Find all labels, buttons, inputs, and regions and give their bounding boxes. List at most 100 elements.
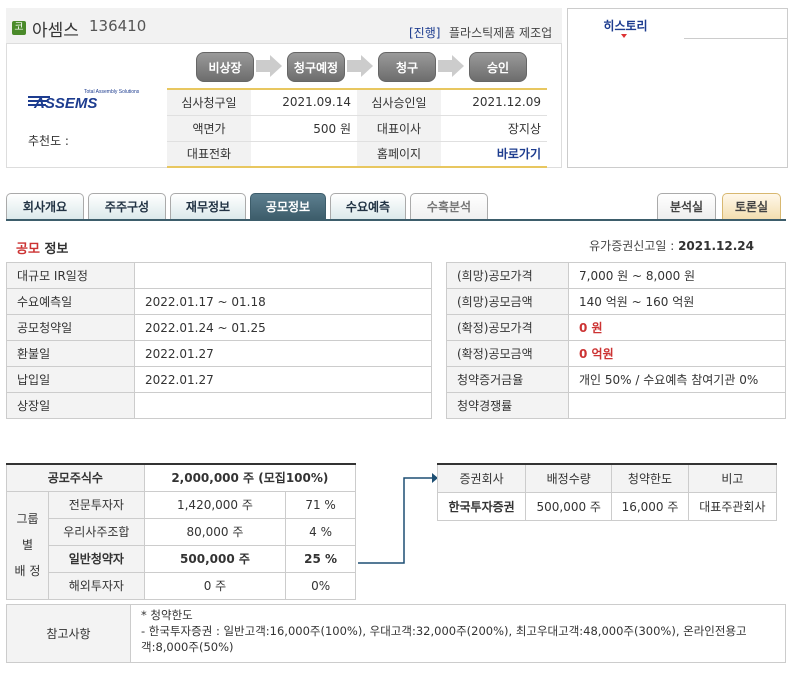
sector-label: 플라스틱제품 제조업 — [449, 26, 553, 40]
table-row: 해외투자자 0 주 0% — [7, 571, 356, 600]
row-label: 우리사주조합 — [48, 517, 145, 546]
schedule-table: 대규모 IR일정 수요예측일 2022.01.17 ~ 01.18 공모청약일 20… — [6, 262, 432, 419]
column-header: 배정수량 — [525, 463, 613, 493]
review-approval-label: 심사승인일 — [357, 88, 441, 116]
homepage-label: 홈페이지 — [357, 141, 441, 168]
row-shares: 80,000 주 — [143, 517, 287, 546]
table-row: 환불일 2022.01.27 — [6, 340, 432, 367]
row-label: 공모청약일 — [6, 314, 135, 341]
note-content: * 청약한도 - 한국투자증권 : 일반고객:16,000주(100%), 우대… — [130, 604, 786, 663]
underwriter-name: 한국투자증권 — [436, 491, 527, 521]
table-row: 청약증거금율 개인 50% / 수요예측 참여기관 0% — [446, 366, 786, 393]
row-value: 7,000 원 ~ 8,000 원 — [568, 262, 786, 289]
tab-company-overview[interactable]: 회사개요 — [6, 193, 84, 219]
table-row: 참고사항 * 청약한도 - 한국투자증권 : 일반고객:16,000주(100%… — [6, 604, 786, 663]
table-row: (희망)공모가격 7,000 원 ~ 8,000 원 — [446, 262, 786, 289]
table-row: 공모주식수 2,000,000 주 (모집100%) — [6, 463, 357, 492]
row-label: 상장일 — [6, 392, 135, 419]
step-unlisted: 비상장 — [196, 52, 254, 82]
row-label: 납입일 — [6, 366, 135, 393]
note-label: 참고사항 — [6, 604, 131, 663]
section-title-highlight: 공모 — [16, 242, 40, 257]
review-request-label: 심사청구일 — [167, 88, 251, 116]
row-value: 개인 50% / 수요예측 참여기관 0% — [568, 366, 786, 393]
tab-shareholders[interactable]: 주주구성 — [88, 193, 166, 219]
status-label: [진행] — [409, 26, 441, 40]
company-info-table: 심사청구일 2021.09.14 심사승인일 2021.12.09 액면가 50… — [167, 88, 547, 168]
table-row: (희망)공모금액 140 억원 ~ 160 억원 — [446, 288, 786, 315]
table-row: (확정)공모가격 0 원 — [446, 314, 786, 341]
company-logo: Total Assembly Solutions ASSEMS — [28, 89, 140, 112]
table-row: 납입일 2022.01.27 — [6, 366, 432, 393]
column-header: 비고 — [687, 463, 778, 493]
column-header: 청약한도 — [611, 463, 689, 493]
row-label: 청약증거금율 — [446, 366, 569, 393]
row-pct: 71 % — [285, 490, 356, 519]
table-row: 증권회사 배정수량 청약한도 비고 — [436, 463, 778, 493]
pricing-table: (희망)공모가격 7,000 원 ~ 8,000 원 (희망)공모금액 140 억원… — [446, 262, 786, 419]
step-requested: 청구 — [378, 52, 436, 82]
row-value: 0 원 — [568, 314, 786, 341]
tab-discussion-room[interactable]: 토론실 — [722, 193, 781, 219]
row-label: 전문투자자 — [48, 490, 145, 519]
group-label-line2: 배 정 — [14, 564, 41, 578]
history-divider — [684, 38, 787, 39]
connector-arrow-icon — [358, 473, 438, 564]
row-pct: 4 % — [285, 517, 356, 546]
step-arrow-icon — [452, 55, 464, 77]
row-shares: 0 주 — [143, 571, 287, 600]
table-row: 그룹별배 정 전문투자자 1,420,000 주 71 % — [6, 490, 356, 600]
par-value: 500 원 — [251, 115, 357, 142]
step-arrow-icon — [438, 60, 452, 72]
tab-ipo-info[interactable]: 공모정보 — [250, 193, 326, 219]
share-allocation-table: 공모주식수 2,000,000 주 (모집100%) 그룹별배 정 전문투자자 … — [6, 463, 357, 600]
row-label: (희망)공모가격 — [446, 262, 569, 289]
total-shares-value: 2,000,000 주 (모집100%) — [143, 463, 357, 492]
step-planned: 청구예정 — [287, 52, 345, 82]
table-row: 상장일 — [6, 392, 432, 419]
row-label: (확정)공모가격 — [446, 314, 569, 341]
step-arrow-icon — [256, 60, 270, 72]
group-label-line1: 그룹별 — [16, 512, 39, 552]
dropdown-arrow-icon — [621, 34, 627, 38]
total-shares-label: 공모주식수 — [6, 463, 145, 492]
underwriter-limit: 16,000 주 — [611, 491, 689, 521]
tab-financials[interactable]: 재무정보 — [170, 193, 246, 219]
tab-return-analysis[interactable]: 수혹분석 — [410, 193, 488, 219]
kosdaq-badge: 코 — [12, 21, 26, 35]
recommend-label: 추천도 : — [28, 134, 69, 148]
ceo-value: 장지상 — [441, 115, 547, 142]
table-row: 공모청약일 2022.01.24 ~ 01.25 — [6, 314, 432, 341]
step-approved: 승인 — [469, 52, 527, 82]
table-row: (확정)공모금액 0 억원 — [446, 340, 786, 367]
row-shares: 1,420,000 주 — [143, 490, 287, 519]
row-label: (희망)공모금액 — [446, 288, 569, 315]
row-label: 대규모 IR일정 — [6, 262, 135, 289]
review-approval-date: 2021.12.09 — [441, 88, 547, 116]
table-row: 수요예측일 2022.01.17 ~ 01.18 — [6, 288, 432, 315]
tab-analysis-room[interactable]: 분석실 — [657, 193, 716, 219]
tab-demand-forecast[interactable]: 수요예측 — [330, 193, 406, 219]
filing-date: 유가증권신고일 : 2021.12.24 — [589, 237, 754, 254]
company-name: 아셈스 — [32, 21, 79, 41]
row-value: 2022.01.24 ~ 01.25 — [134, 314, 432, 341]
row-value — [134, 262, 432, 289]
row-label: (확정)공모금액 — [446, 340, 569, 367]
company-code: 136410 — [89, 17, 147, 35]
column-header: 증권회사 — [436, 463, 527, 493]
row-value: 140 억원 ~ 160 억원 — [568, 288, 786, 315]
table-row: 우리사주조합 80,000 주 4 % — [7, 517, 356, 546]
step-arrow-icon — [270, 55, 282, 77]
homepage-link[interactable]: 바로가기 — [441, 141, 547, 168]
underwriter-alloc: 500,000 주 — [525, 491, 613, 521]
review-request-date: 2021.09.14 — [251, 88, 357, 116]
filing-label: 유가증권신고일 : — [589, 239, 675, 253]
table-row: 일반청약자 500,000 주 25 % — [7, 544, 356, 573]
phone-label: 대표전화 — [167, 141, 251, 168]
par-label: 액면가 — [167, 115, 251, 142]
filing-date-value: 2021.12.24 — [678, 239, 754, 253]
row-label: 환불일 — [6, 340, 135, 367]
row-shares: 500,000 주 — [143, 544, 287, 573]
row-label: 일반청약자 — [48, 544, 145, 573]
phone-value — [251, 141, 357, 168]
